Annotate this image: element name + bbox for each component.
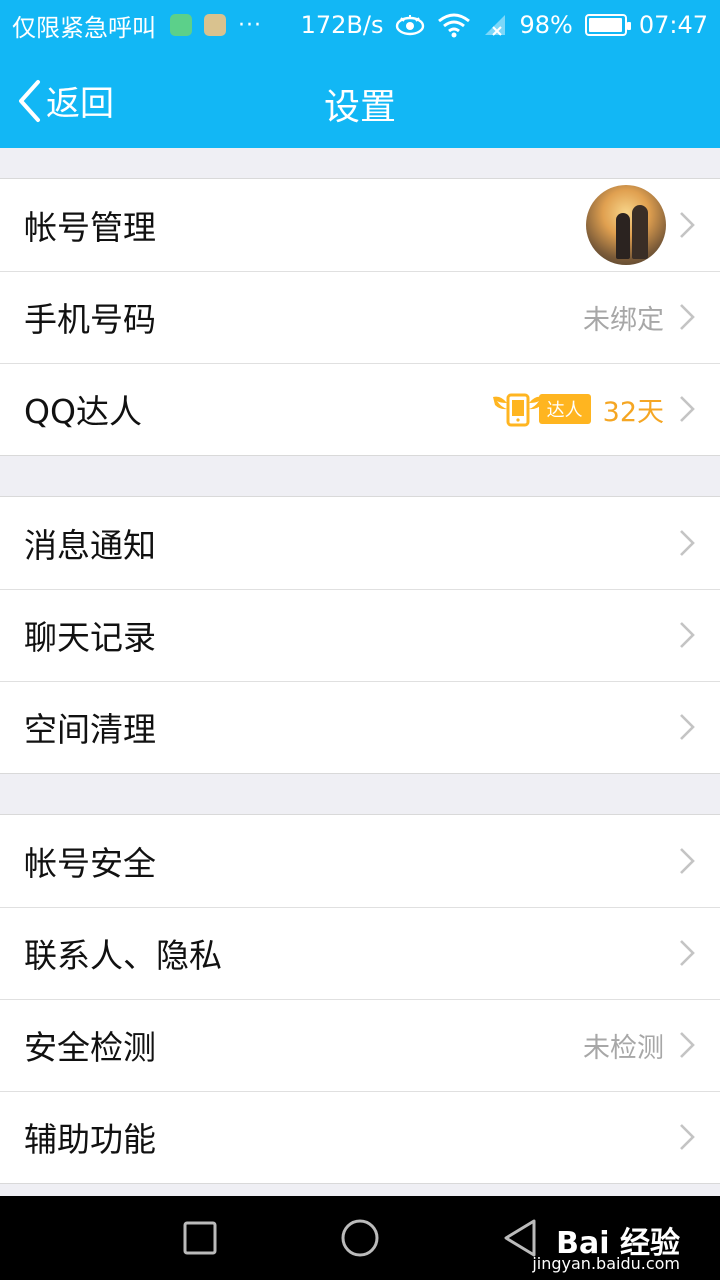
- row-label: 消息通知: [24, 526, 156, 565]
- row-right: [678, 528, 696, 558]
- row-right: 未绑定: [583, 298, 696, 337]
- row-right: [678, 846, 696, 876]
- row-right: [678, 938, 696, 968]
- battery-icon: [584, 14, 631, 36]
- row-account-security[interactable]: 帐号安全: [0, 815, 720, 907]
- row-label: QQ达人: [24, 392, 142, 431]
- battery-percent: 98%: [519, 11, 573, 39]
- row-message-notifications[interactable]: 消息通知: [0, 497, 720, 589]
- chevron-right-icon: [680, 622, 695, 648]
- row-accessibility[interactable]: 辅助功能: [0, 1091, 720, 1183]
- row-label: 联系人、隐私: [24, 936, 222, 975]
- net-speed: 172B/s: [300, 11, 384, 39]
- nav-bar: 返回 设置: [0, 50, 720, 148]
- chevron-right-icon: [680, 304, 695, 330]
- row-right: [678, 620, 696, 650]
- row-right: [586, 185, 696, 265]
- row-right: 达人 32天: [491, 389, 696, 429]
- row-label: 手机号码: [24, 300, 156, 339]
- settings-group-messages: 消息通知 聊天记录 空间清理: [0, 496, 720, 774]
- watermark-url: jingyan.baidu.com: [532, 1254, 680, 1273]
- row-label: 帐号安全: [24, 844, 156, 883]
- status-right: 172B/s 98% 07:47: [301, 11, 708, 39]
- more-notifications-icon: ···: [238, 12, 262, 38]
- settings-group-account: 帐号管理 手机号码 未绑定 QQ达人 达人 32天: [0, 178, 720, 456]
- row-chat-history[interactable]: 聊天记录: [0, 589, 720, 681]
- row-label: 空间清理: [24, 710, 156, 749]
- row-label: 聊天记录: [24, 618, 156, 657]
- settings-list: 帐号管理 手机号码 未绑定 QQ达人 达人 32天 消息通知 聊天记录 空间清理…: [0, 148, 720, 1184]
- row-label: 帐号管理: [24, 208, 156, 247]
- row-security-check[interactable]: 安全检测 未检测: [0, 999, 720, 1091]
- row-label: 安全检测: [24, 1028, 156, 1067]
- security-check-status: 未检测: [583, 1032, 664, 1064]
- row-right: [678, 712, 696, 742]
- eye-icon: [396, 15, 425, 36]
- system-nav-bar: Bai 经验 jingyan.baidu.com: [0, 1196, 720, 1280]
- row-storage-cleanup[interactable]: 空间清理: [0, 681, 720, 773]
- chevron-right-icon: [680, 530, 695, 556]
- expert-badge: 达人: [491, 389, 591, 429]
- row-label: 辅助功能: [24, 1120, 156, 1159]
- app-notification-icon: [170, 14, 192, 36]
- chevron-right-icon: [680, 396, 695, 422]
- chevron-right-icon: [680, 714, 695, 740]
- status-bar: 仅限紧急呼叫 ··· 172B/s 98% 07:47: [0, 0, 720, 50]
- back-nav-button[interactable]: [502, 1218, 538, 1258]
- page-title: 设置: [323, 87, 396, 128]
- avatar: [586, 185, 666, 265]
- row-account-management[interactable]: 帐号管理: [0, 179, 720, 271]
- row-phone-number[interactable]: 手机号码 未绑定: [0, 271, 720, 363]
- clock: 07:47: [638, 11, 708, 39]
- chevron-right-icon: [680, 848, 695, 874]
- row-contacts-privacy[interactable]: 联系人、隐私: [0, 907, 720, 999]
- row-right: 未检测: [583, 1026, 696, 1065]
- expert-days: 32天: [602, 396, 664, 428]
- notification-icons: ···: [170, 13, 262, 38]
- settings-group-security: 帐号安全 联系人、隐私 安全检测 未检测 辅助功能: [0, 814, 720, 1184]
- wifi-icon: [438, 13, 471, 38]
- recent-apps-button[interactable]: [182, 1220, 218, 1256]
- phone-status: 未绑定: [583, 304, 664, 336]
- carrier-text: 仅限紧急呼叫: [12, 13, 156, 42]
- home-button[interactable]: [340, 1218, 380, 1258]
- chevron-right-icon: [680, 940, 695, 966]
- chevron-right-icon: [680, 212, 695, 238]
- row-right: [678, 1122, 696, 1152]
- winged-phone-icon: [492, 393, 543, 427]
- app-notification-icon: [204, 14, 226, 36]
- expert-tag: 达人: [538, 394, 591, 424]
- chevron-right-icon: [680, 1124, 695, 1150]
- chevron-right-icon: [680, 1032, 695, 1058]
- row-qq-expert[interactable]: QQ达人 达人 32天: [0, 363, 720, 455]
- signal-icon: [485, 15, 506, 36]
